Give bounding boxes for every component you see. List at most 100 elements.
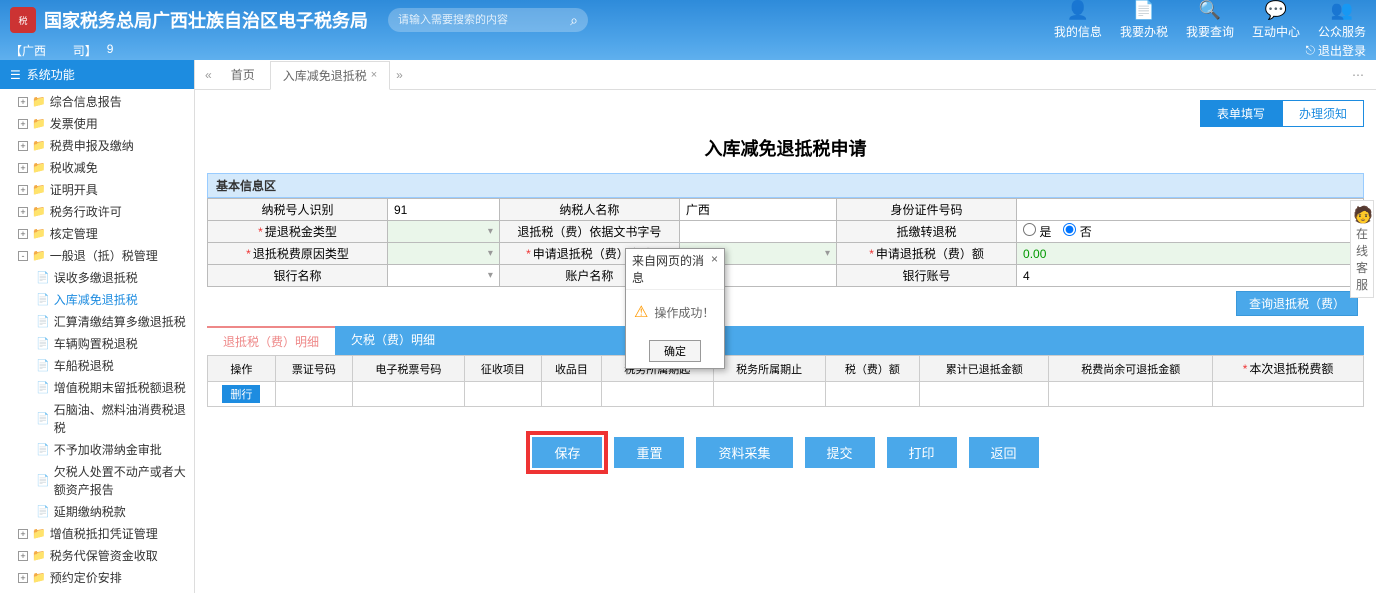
expand-icon[interactable]: - (18, 251, 28, 261)
folder-icon: 📁 (32, 181, 46, 199)
file-icon: 📄 (36, 379, 50, 397)
service-icon: 🧑 (1353, 205, 1371, 225)
close-icon[interactable]: × (711, 252, 718, 286)
expand-icon[interactable]: + (18, 573, 28, 583)
expand-icon[interactable]: + (18, 141, 28, 151)
value-taxpayer-name: 广西 (679, 199, 836, 221)
query-icon: 🔍 (1199, 0, 1221, 21)
reset-button[interactable]: 重置 (614, 437, 684, 468)
sidebar-subitem[interactable]: 📄增值税期末留抵税额退税 (0, 377, 194, 399)
expand-icon[interactable]: + (18, 97, 28, 107)
chevron-down-icon: ▾ (825, 248, 830, 259)
radio-no[interactable] (1063, 223, 1076, 236)
collect-button[interactable]: 资料采集 (696, 437, 792, 468)
sidebar-subitem[interactable]: 📄石脑油、燃料油消费税退税 (0, 399, 194, 439)
action-buttons: 保存 重置 资料采集 提交 打印 返回 (207, 437, 1364, 468)
chevron-down-icon: ▾ (488, 226, 493, 237)
col-this-refund: *本次退抵税费额 (1213, 356, 1364, 382)
expand-icon[interactable]: + (18, 551, 28, 561)
input-doc-number[interactable] (679, 221, 836, 243)
sidebar-item[interactable]: +📁证明开具 (0, 179, 194, 201)
save-button[interactable]: 保存 (532, 437, 602, 468)
label-taxpayer-id: 纳税号人识别 (208, 199, 388, 221)
tab-prev[interactable]: « (201, 68, 216, 82)
file-icon: 📄 (36, 291, 50, 309)
nav-my-info[interactable]: 👤我的信息 (1054, 0, 1102, 40)
success-dialog: 来自网页的消息× ⚠操作成功！ 确定 (625, 248, 725, 369)
close-icon[interactable]: × (371, 69, 377, 81)
file-icon: 📄 (36, 357, 50, 375)
value-bank-account: 4 (1017, 265, 1364, 287)
notice-button[interactable]: 办理须知 (1282, 100, 1364, 127)
submit-button[interactable]: 提交 (805, 437, 875, 468)
tab-more[interactable]: ⋯ (1346, 68, 1370, 82)
search-box[interactable]: ⌕ (388, 8, 588, 32)
sidebar-item[interactable]: +📁税收减免 (0, 157, 194, 179)
back-button[interactable]: 返回 (969, 437, 1039, 468)
expand-icon[interactable]: + (18, 207, 28, 217)
sidebar-item[interactable]: +📁税务代保管资金收取 (0, 545, 194, 567)
nav-public[interactable]: 👥公众服务 (1318, 0, 1366, 40)
sidebar-subitem[interactable]: 📄汇算清缴结算多缴退抵税 (0, 311, 194, 333)
online-service[interactable]: 🧑 在线客服 (1350, 200, 1374, 298)
nav-tax[interactable]: 📄我要办税 (1120, 0, 1168, 40)
col-ticket: 票证号码 (275, 356, 352, 382)
sidebar-item[interactable]: +📁税务行政许可 (0, 201, 194, 223)
print-button[interactable]: 打印 (887, 437, 957, 468)
sidebar-item[interactable]: +📁纳税信用 (0, 589, 194, 593)
sidebar-item-label: 预约定价安排 (50, 569, 122, 587)
sidebar-item[interactable]: +📁预约定价安排 (0, 567, 194, 589)
sidebar-item[interactable]: -📁一般退（抵）税管理 (0, 245, 194, 267)
tab-refund-detail[interactable]: 退抵税（费）明细 (207, 326, 335, 355)
sidebar-item[interactable]: +📁增值税抵扣凭证管理 (0, 523, 194, 545)
expand-icon[interactable]: + (18, 119, 28, 129)
sidebar-item[interactable]: +📁综合信息报告 (0, 91, 194, 113)
sidebar-item-label: 发票使用 (50, 115, 98, 133)
select-bank-name[interactable]: ▾ (388, 265, 500, 287)
query-refund-button[interactable]: 查询退抵税（费） (1236, 291, 1358, 316)
expand-icon[interactable]: + (18, 229, 28, 239)
sidebar-subitem[interactable]: 📄延期缴纳税款 (0, 501, 194, 523)
sidebar-subitem[interactable]: 📄误收多缴退抵税 (0, 267, 194, 289)
sidebar-subitem[interactable]: 📄欠税人处置不动产或者大额资产报告 (0, 461, 194, 501)
sidebar-subitem[interactable]: 📄入库减免退抵税 (0, 289, 194, 311)
file-icon: 📄 (36, 503, 50, 521)
label-refund-amount: *申请退抵税（费）额 (837, 243, 1017, 265)
tab-arrears-detail[interactable]: 欠税（费）明细 (335, 326, 451, 355)
expand-icon[interactable]: + (18, 185, 28, 195)
radio-yes[interactable] (1023, 223, 1036, 236)
fill-form-button[interactable]: 表单填写 (1200, 100, 1282, 127)
folder-icon: 📁 (32, 137, 46, 155)
search-input[interactable] (398, 14, 570, 26)
basic-info-form: 纳税号人识别 91 纳税人名称 广西 身份证件号码 *提退税金类型 ▾ 退抵税（… (207, 198, 1364, 287)
input-refund-amount[interactable]: 0.00 (1017, 243, 1364, 265)
folder-icon: 📁 (32, 247, 46, 265)
content-area: « 首页 入库减免退抵税× » ⋯ 表单填写 办理须知 入库减免退抵税申请 基本… (195, 60, 1376, 593)
tab-current[interactable]: 入库减免退抵税× (270, 61, 390, 90)
search-icon[interactable]: ⌕ (570, 12, 578, 29)
sidebar-item[interactable]: +📁核定管理 (0, 223, 194, 245)
radio-offset[interactable]: 是 否 (1017, 221, 1364, 243)
sidebar-item-label: 一般退（抵）税管理 (50, 247, 158, 265)
folder-icon: 📁 (32, 225, 46, 243)
col-period-to: 税务所属期止 (713, 356, 825, 382)
select-reason-type[interactable]: ▾ (388, 243, 500, 265)
nav-interact[interactable]: 💬互动中心 (1252, 0, 1300, 40)
logout-button[interactable]: ⎋退出登录 (1305, 42, 1366, 59)
sidebar-item[interactable]: +📁发票使用 (0, 113, 194, 135)
sidebar-subitem[interactable]: 📄车船税退税 (0, 355, 194, 377)
expand-icon[interactable]: + (18, 529, 28, 539)
dialog-ok-button[interactable]: 确定 (649, 340, 701, 362)
people-icon: 👥 (1331, 0, 1353, 21)
tab-home[interactable]: 首页 (218, 60, 268, 89)
sidebar-subitem[interactable]: 📄不予加收滞纳金审批 (0, 439, 194, 461)
sidebar-item-label: 车船税退税 (54, 357, 114, 375)
sidebar-subitem[interactable]: 📄车辆购置税退税 (0, 333, 194, 355)
sidebar-item-label: 汇算清缴结算多缴退抵税 (54, 313, 186, 331)
expand-icon[interactable]: + (18, 163, 28, 173)
delete-row-button[interactable]: 删行 (222, 385, 260, 403)
nav-query[interactable]: 🔍我要查询 (1186, 0, 1234, 40)
select-refund-type[interactable]: ▾ (388, 221, 500, 243)
tab-next[interactable]: » (392, 68, 407, 82)
sidebar-item[interactable]: +📁税费申报及缴纳 (0, 135, 194, 157)
